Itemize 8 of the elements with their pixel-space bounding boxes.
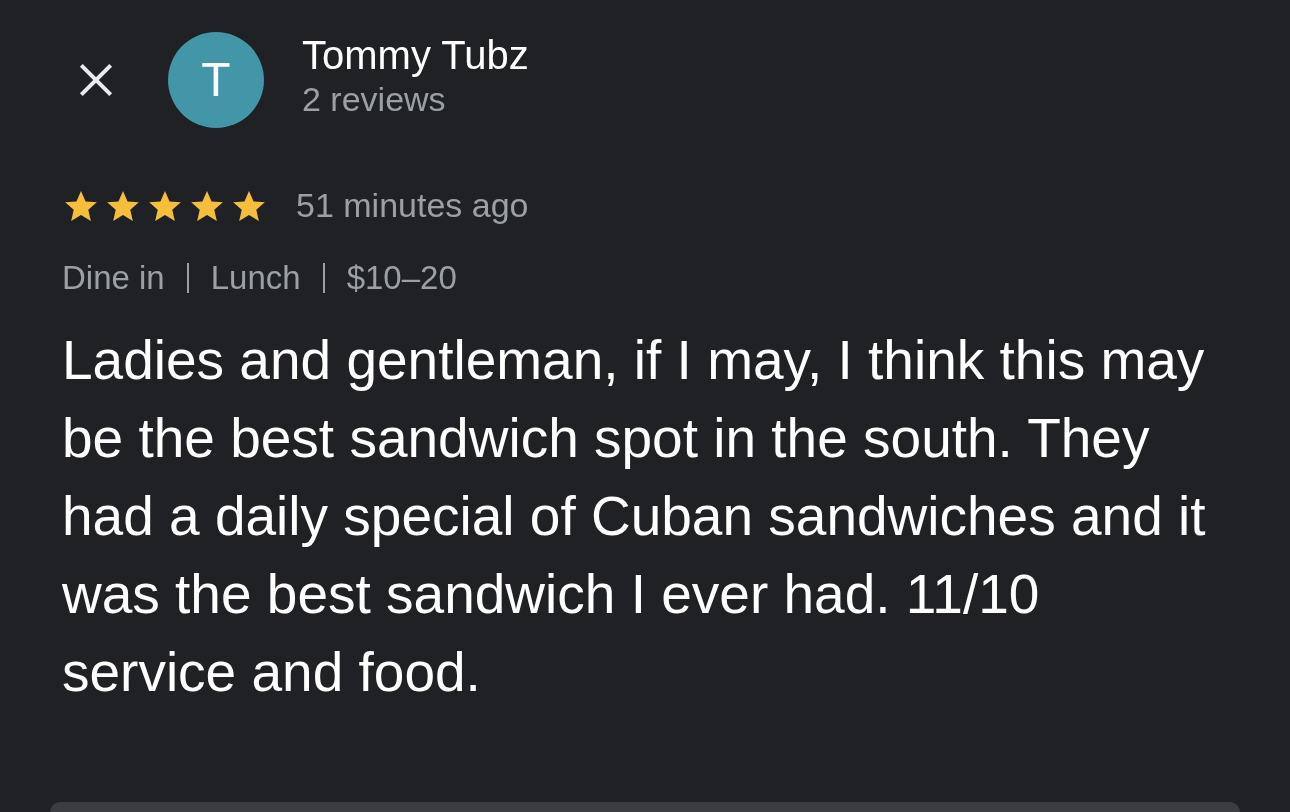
review-count: 2 reviews	[302, 79, 447, 119]
review-tag: Lunch	[210, 253, 301, 303]
review-text: Ladies and gentleman, if I may, I think this may be the best sandwich spot in the south. They had a daily special of Cuban sandwiches and it was the best sandwich I ever had. 11/10 service and food.	[62, 327, 1207, 705]
review-time: 51 minutes ago	[296, 185, 529, 226]
review-tag: Dine in	[62, 253, 165, 303]
review-tag: $10–20	[346, 253, 457, 303]
reviewer-name: Tommy Tubz	[302, 32, 529, 79]
avatar: T	[168, 32, 264, 128]
